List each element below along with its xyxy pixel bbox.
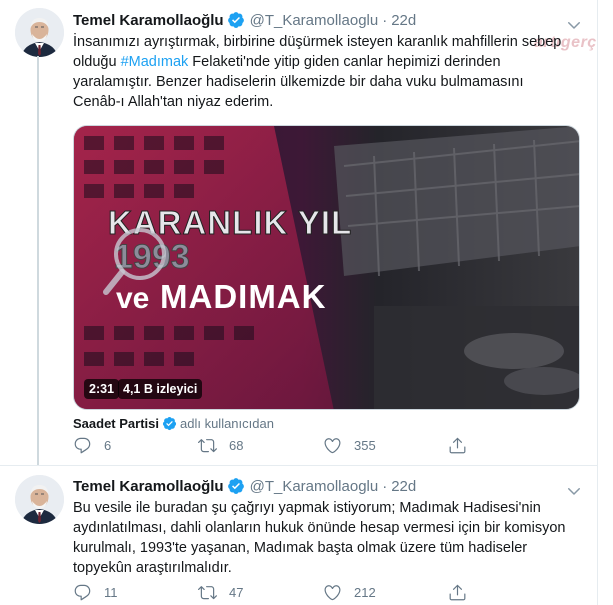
author-handle[interactable]: @T_Karamollaoglu [250, 12, 379, 29]
tweet-actions: 11 47 212 [73, 583, 493, 602]
verified-badge-icon [227, 477, 245, 495]
separator-dot: · [382, 477, 388, 495]
share-icon [449, 437, 466, 454]
page-margin [598, 0, 613, 605]
tweet-header: Temel Karamollaoğlu @T_Karamollaoglu · 2… [73, 476, 583, 496]
video-player[interactable]: KARANLIK YIL 1993 ve MADIMAK 2:31 4,1 B … [73, 125, 580, 410]
hashtag-link[interactable]: #Madımak [121, 54, 189, 70]
tweet-text: Bu vesile ile buradan şu çağrıyı yapmak … [73, 500, 566, 576]
attribution-author[interactable]: Saadet Partisi [73, 416, 159, 431]
video-thumbnail: KARANLIK YIL 1993 ve MADIMAK [74, 126, 579, 409]
video-attribution: Saadet Partisi adlı kullanıcıdan [73, 416, 274, 431]
timeline: artıgerçek Temel Karamollaoğlu @T_Karamo… [0, 0, 613, 605]
avatar-column [15, 8, 64, 57]
video-headline-ve: ve [116, 282, 149, 315]
reply-count: 11 [104, 585, 118, 600]
video-headline-line1: KARANLIK YIL [108, 204, 352, 241]
heart-icon [324, 585, 341, 601]
thread-line [37, 56, 39, 465]
separator-dot: · [382, 11, 388, 29]
reply-icon [74, 584, 91, 601]
retweet-icon [198, 586, 217, 600]
tweet[interactable]: Temel Karamollaoğlu @T_Karamollaoglu · 2… [0, 465, 598, 605]
heart-icon [324, 438, 341, 454]
timestamp[interactable]: 22d [391, 478, 416, 495]
reply-count: 6 [104, 438, 112, 453]
retweet-count: 47 [229, 585, 244, 600]
verified-badge-icon [227, 11, 245, 29]
like-count: 212 [354, 585, 376, 600]
retweet-button[interactable]: 68 [198, 436, 323, 455]
reply-button[interactable]: 6 [73, 436, 198, 455]
share-button[interactable] [448, 583, 479, 602]
verified-badge-icon [162, 416, 177, 431]
tweet[interactable]: Temel Karamollaoğlu @T_Karamollaoglu · 2… [0, 0, 598, 465]
video-views: 4,1 B izleyici [118, 379, 203, 399]
video-headline-year: 1993 [114, 238, 190, 276]
tweet-header: Temel Karamollaoğlu @T_Karamollaoglu · 2… [73, 10, 583, 30]
attribution-via: adlı kullanıcıdan [180, 416, 274, 431]
avatar[interactable] [15, 8, 64, 57]
video-duration: 2:31 [84, 379, 120, 399]
author-name[interactable]: Temel Karamollaoğlu [73, 478, 224, 495]
retweet-button[interactable]: 47 [198, 583, 323, 602]
like-button[interactable]: 355 [323, 436, 448, 455]
chevron-down-icon[interactable] [565, 16, 583, 34]
author-name[interactable]: Temel Karamollaoğlu [73, 12, 224, 29]
share-button[interactable] [448, 436, 479, 455]
reply-button[interactable]: 11 [73, 583, 198, 602]
timestamp[interactable]: 22d [391, 12, 416, 29]
tweet-content: Temel Karamollaoğlu @T_Karamollaoglu · 2… [73, 476, 583, 601]
like-button[interactable]: 212 [323, 583, 448, 602]
author-handle[interactable]: @T_Karamollaoglu [250, 478, 379, 495]
retweet-icon [198, 439, 217, 453]
reply-icon [74, 437, 91, 454]
avatar-column [15, 475, 64, 524]
like-count: 355 [354, 438, 376, 453]
avatar[interactable] [15, 475, 64, 524]
tweet-text: İnsanımızı ayrıştırmak, birbirine düşürm… [73, 32, 573, 112]
chevron-down-icon[interactable] [565, 482, 583, 500]
tweet-actions: 6 68 355 [73, 436, 493, 455]
retweet-count: 68 [229, 438, 244, 453]
share-icon [449, 584, 466, 601]
tweet-content: Temel Karamollaoğlu @T_Karamollaoglu · 2… [73, 10, 583, 454]
video-headline-line3: MADIMAK [160, 278, 326, 315]
